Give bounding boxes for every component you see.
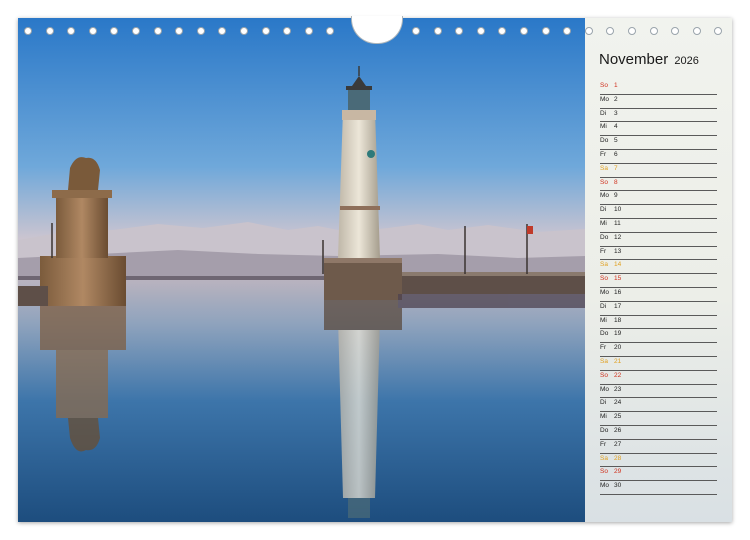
day-row: Mo 2 (600, 94, 717, 109)
day-row: Do 5 (600, 135, 717, 150)
day-row: Fr 27 (600, 439, 717, 454)
day-name: Di (600, 399, 607, 407)
day-name: Di (600, 302, 607, 310)
day-name: Di (600, 109, 607, 117)
day-row: Mi 18 (600, 315, 717, 330)
day-row: Fr 20 (600, 342, 717, 357)
day-number: 19 (614, 330, 622, 338)
day-name: Sa (600, 358, 608, 365)
day-name: Mi (600, 123, 607, 131)
day-row: Mo 23 (600, 384, 717, 399)
day-number: 7 (614, 164, 618, 172)
month-panel: November 2026 So 1 Mo 2 Di 3 Mi 4 Do 5 Fr 6 Sa 7 So 8 Mo… (585, 18, 732, 522)
day-number: 6 (614, 151, 618, 158)
day-name: So (600, 275, 608, 283)
day-row: Do 19 (600, 328, 717, 344)
day-row: Mo 9 (600, 190, 717, 206)
day-row: Di 10 (600, 204, 717, 219)
day-name: Sa (600, 164, 608, 172)
day-name: Fr (600, 344, 607, 352)
day-row: Mo 16 (600, 287, 717, 302)
year-label: 2026 (674, 55, 699, 67)
day-name: Fr (600, 440, 607, 448)
day-name: Do (600, 427, 609, 434)
day-name: Mo (600, 95, 610, 103)
day-name: So (600, 82, 608, 89)
day-number: 15 (614, 275, 622, 283)
day-row: Do 26 (600, 425, 717, 440)
day-row: Di 3 (600, 108, 717, 123)
day-row: So 1 (600, 80, 717, 95)
day-number: 22 (614, 371, 622, 379)
day-name: Mo (600, 482, 610, 490)
day-row: So 15 (600, 273, 717, 288)
day-name: Do (600, 233, 609, 241)
day-row: So 8 (600, 177, 717, 192)
day-number: 20 (614, 344, 622, 352)
day-row: Di 24 (600, 397, 717, 413)
day-number: 27 (614, 440, 622, 448)
day-name: Mi (600, 316, 607, 324)
day-row: Mi 11 (600, 218, 717, 233)
day-number: 29 (614, 468, 622, 476)
day-name: So (600, 468, 608, 476)
day-row: So 29 (600, 466, 717, 482)
day-row: Fr 6 (600, 149, 717, 164)
day-number: 9 (614, 192, 618, 200)
day-number: 13 (614, 247, 622, 255)
day-number: 1 (614, 82, 618, 89)
day-number: 2 (614, 95, 618, 103)
day-row: Mi 4 (600, 121, 717, 137)
day-row: Fr 13 (600, 246, 717, 261)
day-number: 18 (614, 316, 622, 324)
day-number: 26 (614, 427, 622, 434)
day-name: Mi (600, 413, 607, 421)
day-number: 17 (614, 302, 622, 310)
day-name: So (600, 371, 608, 379)
day-row: Mi 25 (600, 411, 717, 426)
day-row: Do 12 (600, 232, 717, 247)
day-row: Sa 28 (600, 453, 717, 468)
day-name: Fr (600, 151, 607, 158)
day-row: Sa 21 (600, 356, 717, 371)
day-number: 12 (614, 233, 622, 241)
day-row: So 22 (600, 370, 717, 385)
day-name: Do (600, 330, 609, 338)
day-row: Sa 7 (600, 163, 717, 178)
harbor-lighthouse-photo (18, 18, 585, 522)
day-name: Mo (600, 385, 610, 393)
day-number: 28 (614, 454, 622, 462)
day-name: Sa (600, 261, 608, 269)
month-title: November 2026 (599, 51, 699, 68)
day-name: Mi (600, 220, 607, 227)
day-name: Di (600, 206, 607, 214)
day-row: Di 17 (600, 301, 717, 316)
day-name: Mo (600, 192, 610, 200)
day-name: Sa (600, 454, 608, 462)
day-number: 4 (614, 123, 618, 131)
day-number: 25 (614, 413, 622, 421)
day-number: 10 (614, 206, 622, 214)
photo-illustration (18, 18, 585, 522)
day-number: 11 (614, 220, 621, 227)
day-number: 30 (614, 482, 622, 490)
day-number: 16 (614, 289, 622, 296)
day-number: 24 (614, 399, 622, 407)
day-number: 3 (614, 109, 618, 117)
day-number: 14 (614, 261, 622, 269)
day-name: Fr (600, 247, 607, 255)
day-name: Mo (600, 289, 610, 296)
day-number: 21 (614, 358, 622, 365)
day-name: Do (600, 137, 609, 145)
month-name: November (599, 51, 669, 68)
day-row: Mo 30 (600, 480, 717, 495)
day-name: So (600, 178, 608, 186)
calendar-page: November 2026 So 1 Mo 2 Di 3 Mi 4 Do 5 Fr 6 Sa 7 So 8 Mo… (18, 18, 732, 522)
day-number: 23 (614, 385, 622, 393)
day-number: 8 (614, 178, 618, 186)
day-number: 5 (614, 137, 618, 145)
day-row: Sa 14 (600, 259, 717, 275)
